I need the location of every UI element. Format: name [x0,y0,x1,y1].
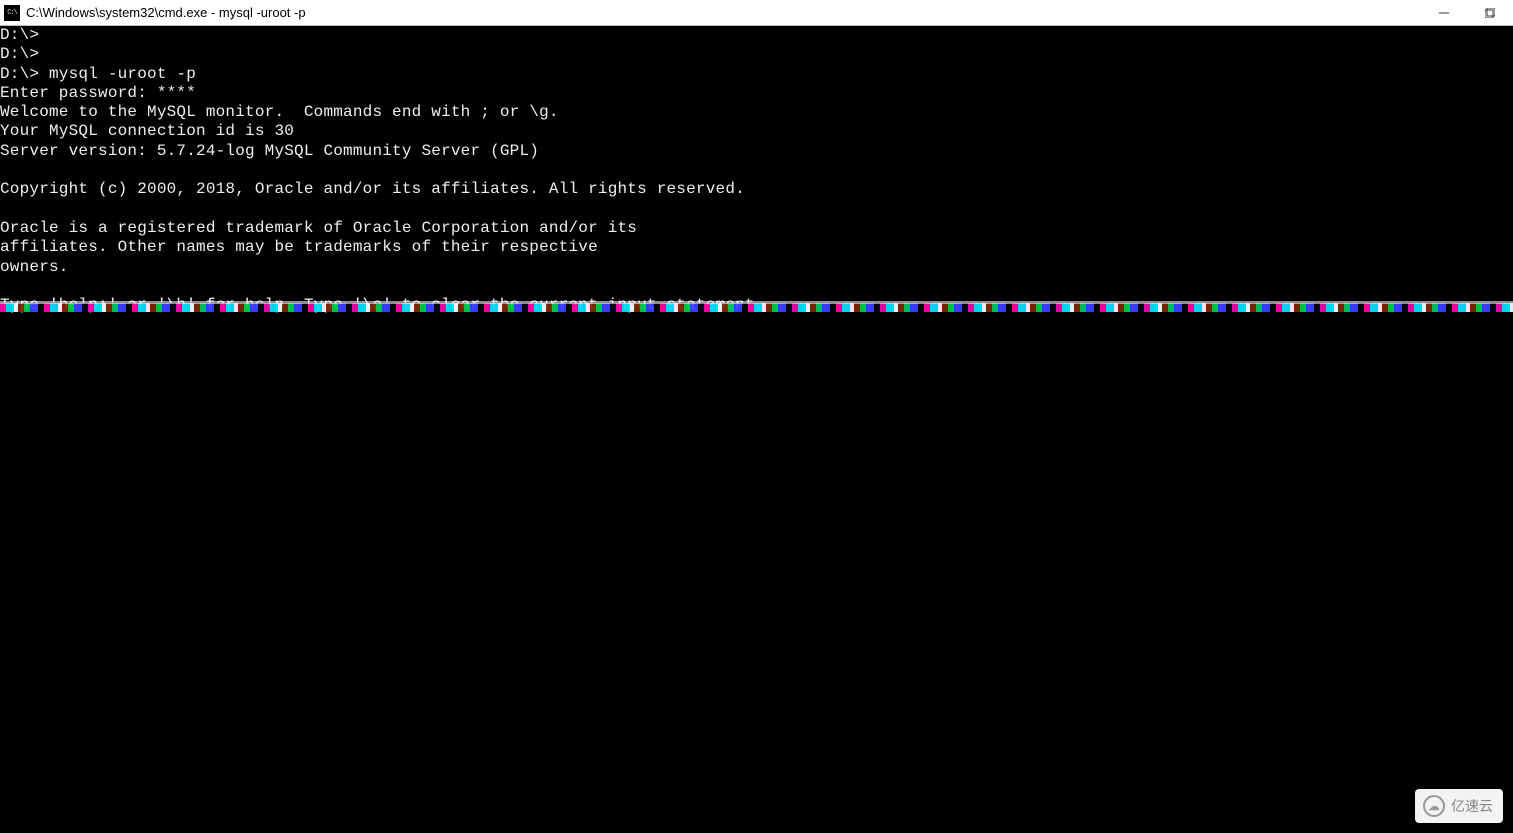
terminal-output[interactable]: D:\>D:\>D:\> mysql -uroot -pEnter passwo… [0,26,1513,315]
terminal-line: Copyright (c) 2000, 2018, Oracle and/or … [0,180,1513,199]
watermark-text: 亿速云 [1451,796,1493,816]
terminal-line [0,277,1513,296]
terminal-line: owners. [0,258,1513,277]
maximize-button[interactable] [1467,0,1513,25]
terminal-line: D:\> mysql -uroot -p [0,65,1513,84]
cmd-icon-glyph: C:\ [7,9,17,17]
terminal-line: Enter password: **** [0,84,1513,103]
window-controls [1421,0,1513,25]
terminal-line [0,161,1513,180]
terminal-line: Type 'help;' or '\h' for help. Type '\c'… [0,296,1513,315]
maximize-icon [1485,8,1495,18]
minimize-icon [1439,8,1449,18]
window-title: C:\Windows\system32\cmd.exe - mysql -uro… [26,5,1421,20]
terminal-line: Your MySQL connection id is 30 [0,122,1513,141]
terminal-line: D:\> [0,26,1513,45]
watermark-cloud-icon: ☁ [1423,795,1445,817]
terminal-line: affiliates. Other names may be trademark… [0,238,1513,257]
terminal-line: Oracle is a registered trademark of Orac… [0,219,1513,238]
terminal-line [0,200,1513,219]
terminal-line: D:\> [0,45,1513,64]
terminal-line: Server version: 5.7.24-log MySQL Communi… [0,142,1513,161]
minimize-button[interactable] [1421,0,1467,25]
terminal-line: Welcome to the MySQL monitor. Commands e… [0,103,1513,122]
window-title-bar: C:\ C:\Windows\system32\cmd.exe - mysql … [0,0,1513,26]
watermark-badge: ☁ 亿速云 [1415,789,1503,823]
cmd-icon: C:\ [4,5,20,21]
